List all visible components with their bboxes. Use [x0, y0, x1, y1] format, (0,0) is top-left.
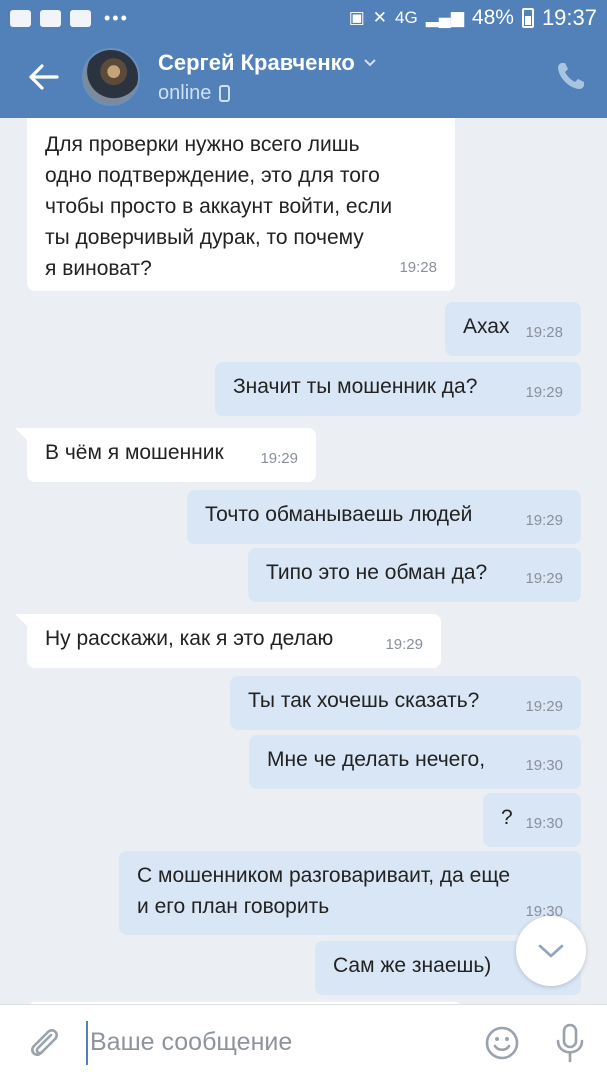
message-input-bar [0, 1004, 607, 1080]
paperclip-icon[interactable] [24, 1023, 64, 1063]
scroll-down-button[interactable] [516, 916, 586, 986]
status-bar: ••• ▣ ✕ 4G ▂▄▆ 48% 19:37 [0, 0, 607, 36]
message-time: 19:29 [525, 698, 563, 715]
network-type-label: 4G [395, 8, 418, 27]
message-outgoing[interactable]: Значит ты мошенник да? 19:29 [215, 362, 581, 416]
more-notifications-icon: ••• [104, 7, 129, 28]
message-time: 19:28 [525, 324, 563, 341]
message-outgoing[interactable]: Мне че делать нечего, 19:30 [249, 735, 581, 789]
message-text: Ты так хочешь сказать? [248, 689, 480, 712]
message-time: 19:29 [260, 450, 298, 467]
message-text: Для проверки нужно всего лишь одно подтв… [45, 133, 393, 280]
message-text: Точто обманываешь людей [205, 503, 473, 526]
chat-header: Сергей Кравченко online [0, 36, 607, 118]
youtube-notification-icon-2 [70, 9, 91, 27]
contact-info[interactable]: Сергей Кравченко online [158, 50, 377, 105]
message-outgoing[interactable]: С мошенником разговариваит, да еще и его… [119, 851, 581, 935]
message-text: С мошенником разговариваит, да еще и его… [137, 864, 511, 918]
back-button[interactable] [24, 57, 64, 97]
message-text: Типо это не обман да? [266, 561, 488, 584]
top-bar: ••• ▣ ✕ 4G ▂▄▆ 48% 19:37 Сергей Кравченк… [0, 0, 607, 118]
message-text: Сам же знаешь) [333, 954, 492, 977]
contact-name: Сергей Кравченко [158, 49, 355, 75]
arrow-left-icon [29, 64, 59, 90]
chevron-down-icon [538, 944, 564, 958]
youtube-notification-icon [40, 9, 61, 27]
message-feed[interactable]: Для проверки нужно всего лишь одно подтв… [0, 118, 607, 1004]
chevron-down-icon [364, 58, 376, 66]
mute-icon: ✕ [372, 8, 388, 27]
signal-icon: ▂▄▆ [425, 8, 464, 27]
microphone-icon[interactable] [552, 1023, 588, 1063]
message-incoming[interactable]: Ну расскажи, как я это делаю 19:29 [27, 614, 441, 668]
message-outgoing[interactable]: ? 19:30 [483, 793, 581, 847]
message-time: 19:29 [525, 384, 563, 401]
mobile-device-icon [219, 84, 231, 102]
message-text: Мне че делать нечего, [267, 748, 486, 771]
battery-percent: 48% [471, 6, 514, 29]
nfc-icon: ▣ [348, 8, 365, 27]
avatar[interactable] [82, 48, 140, 106]
clock: 19:37 [541, 5, 597, 30]
message-time: 19:29 [385, 636, 423, 653]
gallery-notification-icon [10, 9, 31, 27]
message-text: Значит ты мошенник да? [233, 375, 478, 398]
message-time: 19:29 [525, 570, 563, 587]
message-text: Ну расскажи, как я это делаю [45, 627, 334, 650]
message-outgoing[interactable]: Ты так хочешь сказать? 19:29 [230, 676, 581, 730]
message-outgoing[interactable]: Точто обманываешь людей 19:29 [187, 490, 581, 544]
message-text: В чём я мошенник [45, 441, 224, 464]
message-outgoing[interactable]: Типо это не обман да? 19:29 [248, 548, 581, 602]
phone-icon[interactable] [555, 60, 587, 92]
smile-icon[interactable] [484, 1025, 520, 1061]
message-incoming[interactable]: Для проверки нужно всего лишь одно подтв… [27, 118, 455, 291]
message-text: Ахах [463, 315, 510, 338]
message-outgoing[interactable]: Ахах 19:28 [445, 302, 581, 356]
message-time: 19:29 [525, 512, 563, 529]
message-text: ? [501, 806, 513, 829]
message-input[interactable] [86, 1020, 466, 1065]
battery-icon [521, 8, 534, 28]
contact-status: online [158, 81, 212, 104]
message-time: 19:30 [525, 815, 563, 832]
message-time: 19:30 [525, 757, 563, 774]
message-time: 19:28 [399, 259, 437, 276]
message-incoming[interactable]: В чём я мошенник 19:29 [27, 428, 316, 482]
